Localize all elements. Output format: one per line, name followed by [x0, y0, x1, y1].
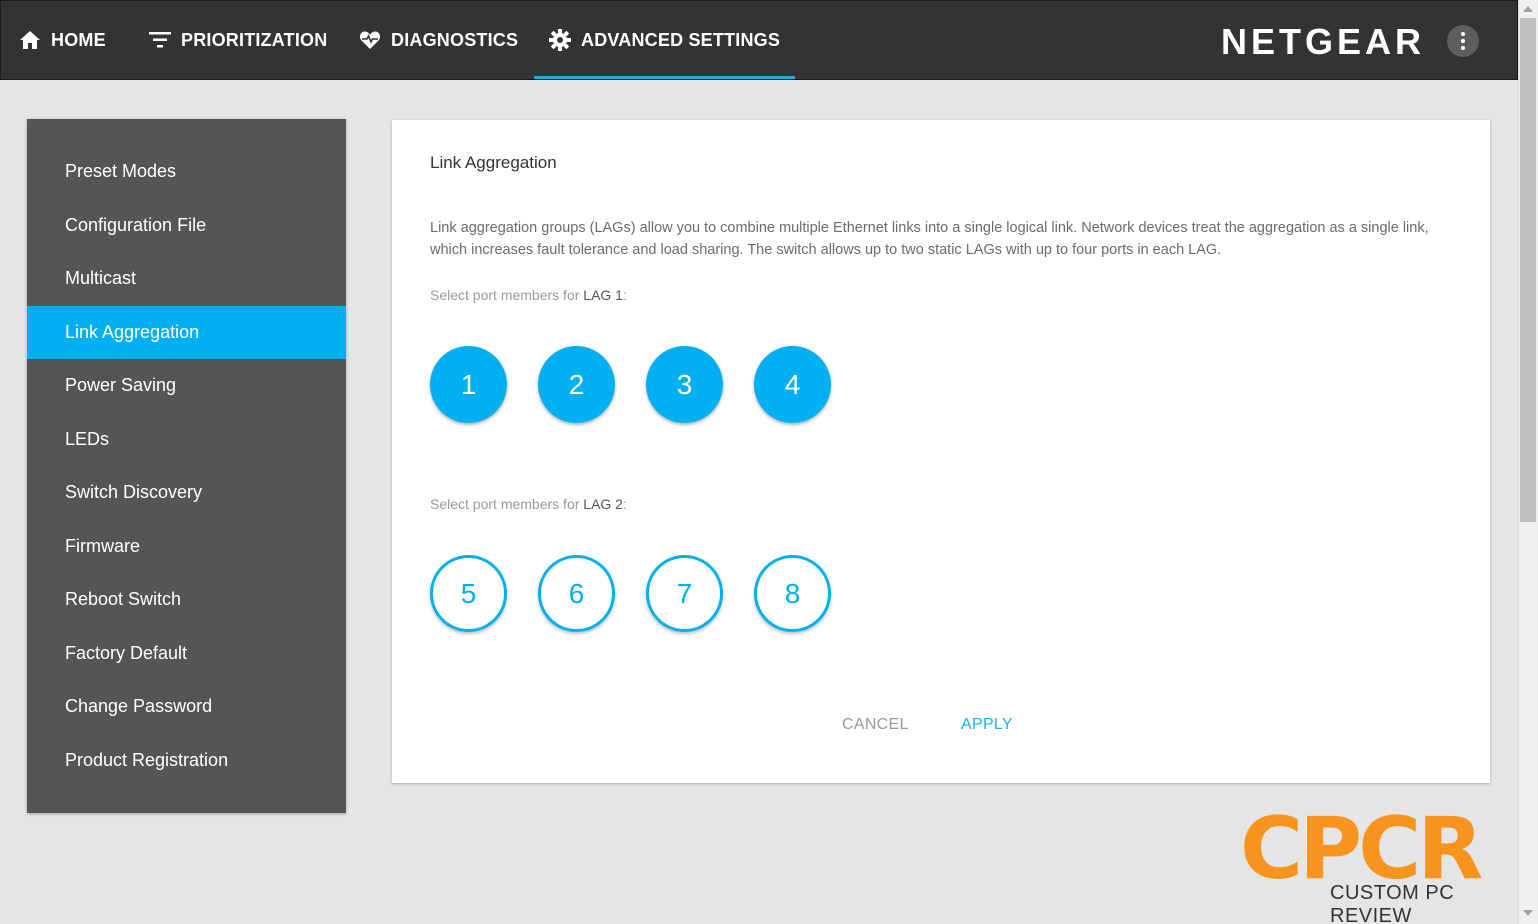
heart-pulse-icon [359, 31, 381, 49]
port-toggle-2[interactable]: 2 [538, 346, 615, 423]
port-toggle-3[interactable]: 3 [646, 346, 723, 423]
port-toggle-4[interactable]: 4 [754, 346, 831, 423]
sidebar-item-preset-modes[interactable]: Preset Modes [27, 145, 346, 199]
sidebar-item-multicast[interactable]: Multicast [27, 252, 346, 306]
watermark-logo: CPCR [1240, 799, 1483, 899]
scrollbar-thumb[interactable] [1520, 18, 1536, 522]
settings-sidebar: Preset Modes Configuration File Multicas… [27, 119, 346, 813]
more-options-icon[interactable] [1447, 25, 1479, 57]
cancel-button[interactable]: CANCEL [842, 716, 909, 734]
sidebar-item-product-registration[interactable]: Product Registration [27, 734, 346, 788]
port-toggle-5[interactable]: 5 [430, 555, 507, 632]
sidebar-item-link-aggregation[interactable]: Link Aggregation [27, 305, 346, 359]
description-text: Link aggregation groups (LAGs) allow you… [430, 220, 1429, 258]
port-toggle-7[interactable]: 7 [646, 555, 723, 632]
watermark-subtitle: CUSTOM PC REVIEW [1330, 882, 1455, 924]
sidebar-item-leds[interactable]: LEDs [27, 413, 346, 467]
sidebar-item-factory-default[interactable]: Factory Default [27, 627, 346, 681]
sidebar-item-switch-discovery[interactable]: Switch Discovery [27, 466, 346, 520]
link-aggregation-card: Link Aggregation Link aggregation groups… [392, 120, 1490, 783]
nav-home-label: HOME [51, 29, 106, 50]
nav-prioritization-label: PRIORITIZATION [181, 29, 328, 50]
sidebar-item-power-saving[interactable]: Power Saving [27, 359, 346, 413]
scroll-up-icon[interactable] [1523, 6, 1533, 12]
port-toggle-8[interactable]: 8 [754, 555, 831, 632]
brand-logo: NETGEAR [1221, 21, 1426, 62]
gear-icon [549, 29, 571, 51]
nav-advanced-settings[interactable]: ADVANCED SETTINGS [533, 1, 796, 79]
sidebar-item-firmware[interactable]: Firmware [27, 520, 346, 574]
port-toggle-6[interactable]: 6 [538, 555, 615, 632]
nav-prioritization[interactable]: PRIORITIZATION [149, 1, 327, 79]
sidebar-item-configuration-file[interactable]: Configuration File [27, 199, 346, 253]
filter-icon [149, 32, 171, 48]
top-navigation-bar: HOME PRIORITIZATION DIAGNOSTICS ADVANCED… [0, 0, 1518, 80]
lag2-label: Select port members for LAG 2: [430, 496, 627, 512]
home-icon [20, 31, 40, 49]
nav-advanced-settings-label: ADVANCED SETTINGS [581, 29, 781, 50]
nav-home[interactable]: HOME [19, 1, 106, 79]
port-toggle-1[interactable]: 1 [430, 346, 507, 423]
apply-button[interactable]: APPLY [961, 716, 1013, 734]
nav-diagnostics[interactable]: DIAGNOSTICS [359, 1, 518, 79]
lag1-label: Select port members for LAG 1: [430, 287, 627, 303]
sidebar-item-change-password[interactable]: Change Password [27, 680, 346, 734]
sidebar-item-reboot-switch[interactable]: Reboot Switch [27, 573, 346, 627]
page-title: Link Aggregation [430, 153, 557, 172]
nav-diagnostics-label: DIAGNOSTICS [391, 29, 519, 50]
